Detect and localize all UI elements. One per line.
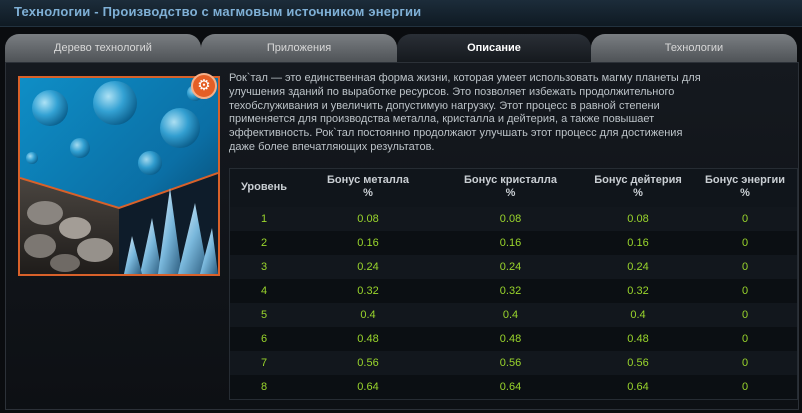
cell-metal: 0.08 (357, 213, 379, 225)
cell-level: 8 (260, 381, 268, 393)
technology-illustration (20, 78, 218, 274)
gear-icon[interactable]: ⚙ (191, 73, 217, 99)
window-title: Технологии - Производство с магмовым ист… (14, 4, 422, 19)
table-row: 6 0.48 0.48 0.48 0 (230, 327, 797, 351)
table-header: Уровень Бонус металла % Бонус кристалла … (230, 169, 797, 207)
cell-level: 4 (260, 285, 268, 297)
cell-crystal: 0.4 (502, 309, 519, 321)
cell-crystal: 0.48 (499, 333, 522, 345)
cell-energy: 0 (741, 357, 749, 369)
cell-metal: 0.48 (357, 333, 379, 345)
cell-crystal: 0.24 (499, 261, 522, 273)
col-energy-header: Бонус энергии % (705, 174, 785, 199)
title-bar[interactable]: Технологии - Производство с магмовым ист… (0, 0, 802, 27)
cell-metal: 0.4 (360, 309, 376, 321)
table-row: 3 0.24 0.24 0.24 0 (230, 255, 797, 279)
cell-energy: 0 (741, 261, 749, 273)
cell-deuterium: 0.16 (627, 237, 649, 249)
cell-metal: 0.56 (357, 357, 379, 369)
table-row: 4 0.32 0.32 0.32 0 (230, 279, 797, 303)
cell-crystal: 0.08 (499, 213, 522, 225)
col-metal-header: Бонус металла % (327, 174, 409, 199)
cell-energy: 0 (741, 213, 749, 225)
tab-tech-tree[interactable]: Дерево технологий (5, 34, 201, 62)
cell-energy: 0 (741, 309, 749, 321)
cell-metal: 0.24 (357, 261, 379, 273)
bonus-table: Уровень Бонус металла % Бонус кристалла … (229, 168, 798, 400)
cell-level: 7 (260, 357, 268, 369)
cell-deuterium: 0.56 (627, 357, 649, 369)
cell-level: 3 (260, 261, 268, 273)
cell-energy: 0 (741, 381, 749, 393)
cell-deuterium: 0.48 (627, 333, 649, 345)
col-level-header: Уровень (240, 181, 287, 193)
cell-level: 1 (260, 213, 268, 225)
cell-crystal: 0.32 (499, 285, 522, 297)
cell-metal: 0.64 (357, 381, 379, 393)
cell-level: 2 (260, 237, 268, 249)
cell-deuterium: 0.24 (627, 261, 649, 273)
col-deuterium-header: Бонус дейтерия % (594, 174, 682, 199)
technology-image (18, 76, 220, 276)
tab-bar: Дерево технологий Приложения Описание Те… (0, 34, 802, 64)
table-row: 2 0.16 0.16 0.16 0 (230, 231, 797, 255)
cell-crystal: 0.64 (499, 381, 522, 393)
tab-technologies[interactable]: Технологии (591, 34, 797, 62)
cell-crystal: 0.16 (499, 237, 522, 249)
cell-metal: 0.16 (357, 237, 379, 249)
cell-deuterium: 0.08 (627, 213, 649, 225)
cell-deuterium: 0.4 (630, 309, 646, 321)
col-crystal-header: Бонус кристалла % (464, 174, 557, 199)
tab-applications[interactable]: Приложения (201, 34, 397, 62)
cell-deuterium: 0.64 (627, 381, 649, 393)
tech-window: Технологии - Производство с магмовым ист… (0, 0, 802, 413)
table-row: 1 0.08 0.08 0.08 0 (230, 207, 797, 231)
tab-description[interactable]: Описание (397, 34, 591, 62)
table-row: 5 0.4 0.4 0.4 0 (230, 303, 797, 327)
table-row: 8 0.64 0.64 0.64 0 (230, 375, 797, 399)
cell-energy: 0 (741, 285, 749, 297)
cell-energy: 0 (741, 333, 749, 345)
cell-level: 5 (260, 309, 268, 321)
cell-energy: 0 (741, 237, 749, 249)
table-row: 7 0.56 0.56 0.56 0 (230, 351, 797, 375)
cell-metal: 0.32 (357, 285, 379, 297)
cell-crystal: 0.56 (499, 357, 522, 369)
technology-description: Рок`тал — это единственная форма жизни, … (229, 72, 701, 153)
cell-level: 6 (260, 333, 268, 345)
cell-deuterium: 0.32 (627, 285, 649, 297)
